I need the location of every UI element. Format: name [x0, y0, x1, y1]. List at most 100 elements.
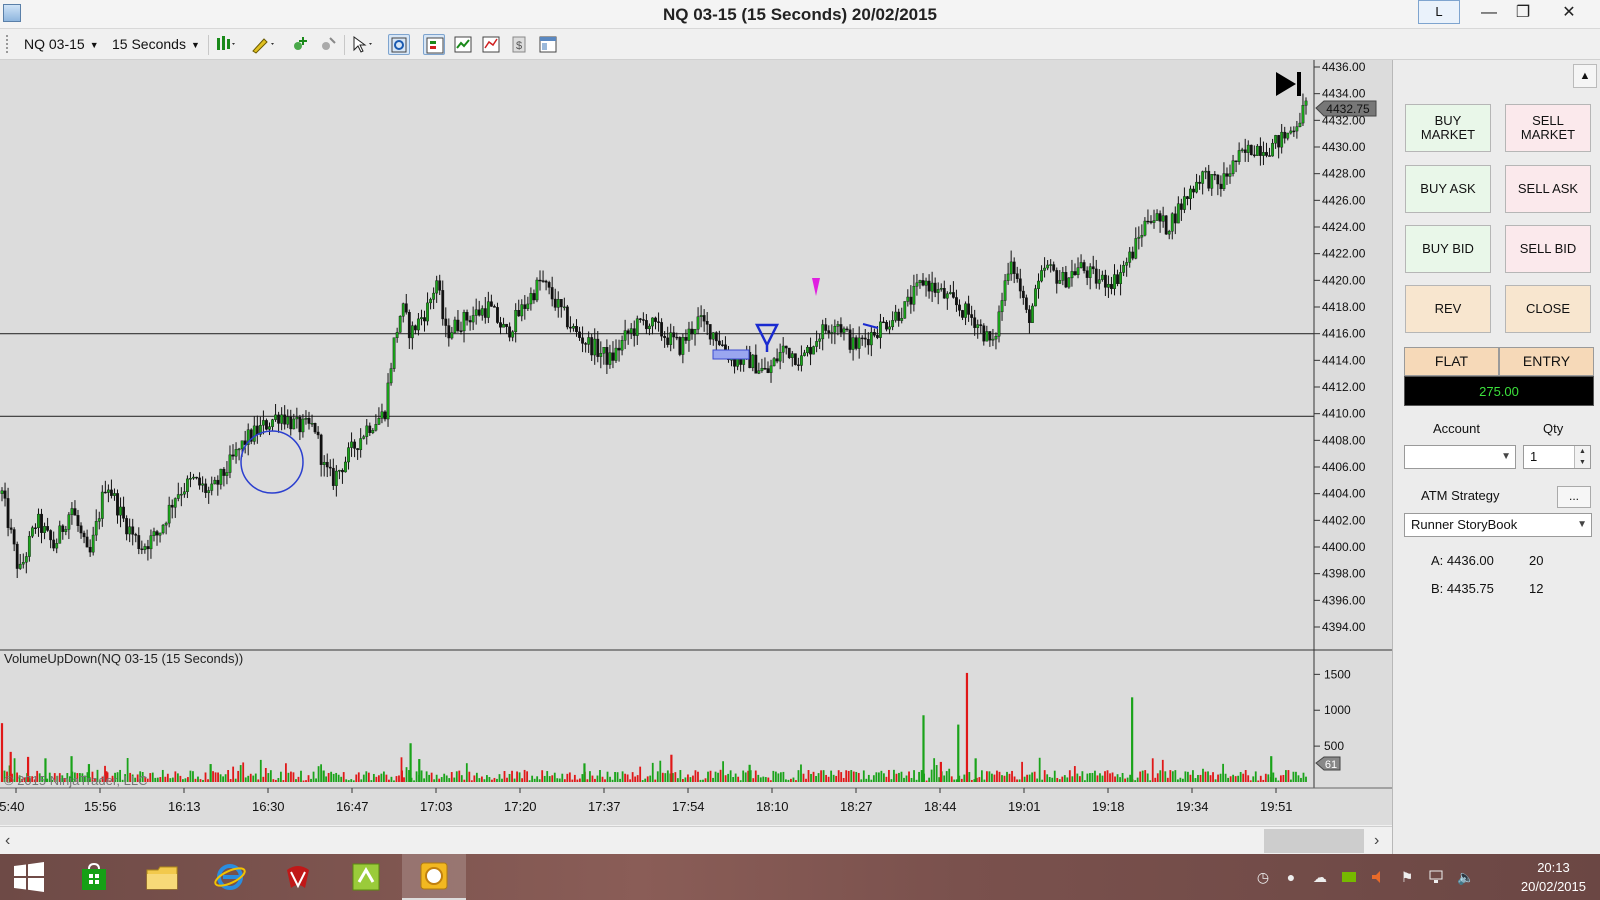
candle-body	[1207, 170, 1211, 189]
annotation-rectangle[interactable]	[712, 349, 750, 360]
clock-tray-icon[interactable]: ◷	[1255, 869, 1271, 885]
candle-body	[894, 311, 898, 321]
file-explorer-button[interactable]	[130, 854, 194, 900]
start-button[interactable]	[0, 854, 58, 900]
qty-stepper[interactable]: 1 ▲ ▼	[1523, 445, 1591, 469]
ninjatrader-button[interactable]	[266, 854, 330, 900]
volume-icon[interactable]: 🔈	[1457, 869, 1474, 885]
volume-bar	[302, 780, 305, 782]
data-series-icon[interactable]	[452, 34, 474, 55]
app-green-button[interactable]	[334, 854, 398, 900]
chart-area[interactable]: 4436.00 4434.00 4432.00 4430.00 4428.00 4426.…	[0, 60, 1392, 825]
candle-body	[489, 301, 493, 307]
sell-bid-button[interactable]: SELL BID	[1505, 225, 1591, 273]
scrollbar-thumb[interactable]	[1264, 829, 1364, 853]
account-select[interactable]: ▼	[1404, 445, 1516, 469]
volume-bar	[810, 773, 812, 782]
price-chart[interactable]: 4436.004434.004432.004430.004428.004426.…	[0, 60, 1392, 825]
candle-body	[897, 311, 901, 321]
scroll-right-icon[interactable]: ›	[1374, 832, 1379, 850]
candle-body	[575, 326, 578, 333]
dollar-icon[interactable]: $	[508, 34, 530, 55]
volume-bar	[666, 770, 669, 782]
volume-bar	[978, 777, 981, 782]
strategy-icon[interactable]	[317, 34, 339, 55]
volume-bar	[762, 776, 765, 782]
volume-bar	[1192, 770, 1194, 782]
properties-icon[interactable]	[537, 34, 559, 55]
interval-selector[interactable]: 15 Seconds ▼	[112, 36, 200, 52]
candle-body	[1164, 215, 1168, 235]
buy-market-button[interactable]: BUY MARKET	[1405, 104, 1491, 152]
candle-body	[626, 330, 630, 334]
volume-bar	[732, 777, 735, 782]
candle-body	[347, 447, 350, 463]
scroll-up-icon[interactable]: ▲	[1573, 64, 1597, 88]
add-indicator-icon[interactable]	[289, 34, 311, 55]
candle-body	[1140, 235, 1144, 238]
close-window-button[interactable]: ✕	[1552, 0, 1586, 26]
volume-bar	[991, 773, 993, 782]
system-clock[interactable]: 20:13 20/02/2015	[1521, 858, 1586, 896]
volume-bar	[744, 772, 747, 782]
spinner-arrows-icon[interactable]: ▲ ▼	[1574, 446, 1590, 468]
volume-bar	[460, 775, 463, 782]
chart-trader-icon[interactable]	[423, 34, 445, 55]
scroll-left-icon[interactable]: ‹	[5, 832, 10, 850]
volume-bar	[586, 779, 589, 782]
volume-bar	[360, 779, 363, 782]
chart-style-icon[interactable]	[214, 34, 236, 55]
zoom-icon[interactable]	[388, 34, 410, 55]
candle-body	[803, 352, 806, 356]
chart-horizontal-scrollbar[interactable]: ‹ ›	[0, 826, 1392, 854]
candle-body	[678, 337, 682, 355]
store-app-button[interactable]	[62, 854, 126, 900]
line-chart-icon[interactable]	[480, 34, 502, 55]
network-icon[interactable]	[1428, 869, 1444, 885]
volume-bar	[988, 771, 991, 782]
atm-more-button[interactable]: ...	[1557, 486, 1591, 508]
candle-body	[274, 414, 277, 420]
volume-bar	[1091, 772, 1094, 782]
internet-explorer-button[interactable]	[198, 854, 262, 900]
restore-button[interactable]: ❐	[1506, 0, 1540, 26]
buy-bid-button[interactable]: BUY BID	[1405, 225, 1491, 273]
candle-body	[638, 318, 642, 320]
volume-indicator-label: VolumeUpDown(NQ 03-15 (15 Seconds))	[4, 651, 243, 666]
app-orange-button[interactable]	[402, 854, 466, 900]
atm-strategy-select[interactable]: Runner StoryBook ▼	[1404, 513, 1592, 537]
candle-body	[1161, 215, 1165, 222]
candle-body	[815, 341, 819, 347]
volume-bar	[918, 771, 920, 782]
layout-l-button[interactable]: L	[1418, 0, 1460, 24]
volume-bar	[267, 773, 270, 782]
network-globe-icon[interactable]: ●	[1283, 869, 1299, 885]
volume-bar	[174, 771, 177, 782]
volume-bar	[953, 779, 956, 782]
action-center-flag-icon[interactable]: ⚑	[1399, 869, 1415, 885]
volume-bar	[1076, 773, 1079, 782]
volume-bar	[247, 775, 250, 782]
nvidia-icon[interactable]	[1341, 869, 1357, 885]
candle-body	[675, 336, 679, 339]
buy-ask-button[interactable]: BUY ASK	[1405, 165, 1491, 213]
candle-body	[417, 318, 420, 331]
price-tick-label: 4416.00	[1322, 327, 1366, 341]
instrument-selector[interactable]: NQ 03-15 ▼	[24, 36, 99, 52]
minimize-button[interactable]: —	[1472, 0, 1506, 26]
toolbar-grip[interactable]	[6, 35, 9, 53]
reverse-button[interactable]: REV	[1405, 285, 1491, 333]
close-position-button[interactable]: CLOSE	[1505, 285, 1591, 333]
speaker-warning-icon[interactable]	[1370, 869, 1386, 885]
volume-bar	[1101, 775, 1104, 782]
volume-bar	[568, 772, 571, 782]
cursor-tool-icon[interactable]	[350, 34, 372, 55]
volume-bar	[1033, 771, 1036, 782]
volume-bar	[312, 771, 315, 782]
drawing-tool-icon[interactable]	[250, 34, 274, 55]
volume-bar	[239, 765, 242, 782]
cloud-icon[interactable]: ☁	[1312, 869, 1328, 885]
sell-ask-button[interactable]: SELL ASK	[1505, 165, 1591, 213]
volume-bar	[664, 773, 667, 782]
sell-market-button[interactable]: SELL MARKET	[1505, 104, 1591, 152]
